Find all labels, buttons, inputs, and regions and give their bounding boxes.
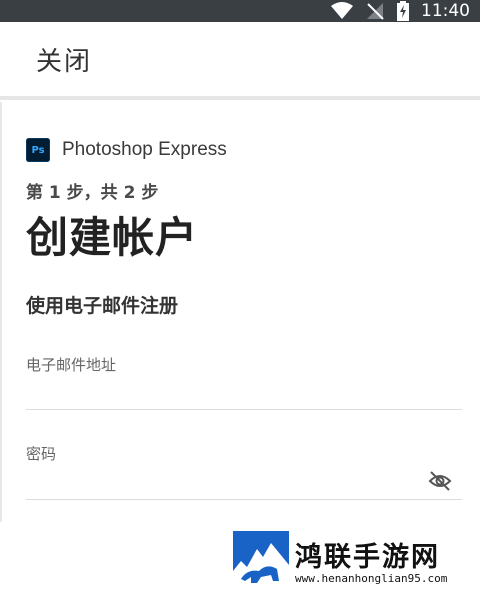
email-field[interactable] bbox=[26, 376, 430, 406]
signup-subtitle: 使用电子邮件注册 bbox=[26, 295, 179, 317]
status-bar: 11:40 bbox=[0, 0, 480, 22]
watermark-title: 鸿联手游网 bbox=[295, 542, 440, 573]
left-edge-divider bbox=[0, 102, 2, 522]
password-underline bbox=[26, 499, 462, 500]
wifi-icon bbox=[331, 2, 353, 20]
email-underline bbox=[26, 409, 462, 410]
watermark-url: www.henanhonglian95.com bbox=[295, 572, 448, 585]
page-title: 创建帐户 bbox=[26, 213, 199, 262]
watermark: 鸿联手游网 www.henanhonglian95.com bbox=[233, 531, 473, 587]
password-field[interactable] bbox=[26, 466, 430, 496]
step-indicator: 第 1 步，共 2 步 bbox=[26, 183, 159, 203]
brand-row: Ps Photoshop Express bbox=[26, 138, 227, 162]
brand-name: Photoshop Express bbox=[62, 139, 227, 160]
password-label: 密码 bbox=[26, 445, 57, 463]
app-bar: 关闭 bbox=[0, 22, 480, 100]
status-time: 11:40 bbox=[421, 1, 470, 21]
battery-charging-icon bbox=[397, 1, 409, 21]
photoshop-express-logo: Ps bbox=[26, 138, 50, 162]
watermark-logo bbox=[233, 531, 289, 587]
no-sim-icon bbox=[365, 1, 385, 21]
close-button[interactable]: 关闭 bbox=[36, 41, 92, 78]
eye-off-icon[interactable] bbox=[428, 469, 452, 493]
email-label: 电子邮件地址 bbox=[26, 356, 117, 374]
